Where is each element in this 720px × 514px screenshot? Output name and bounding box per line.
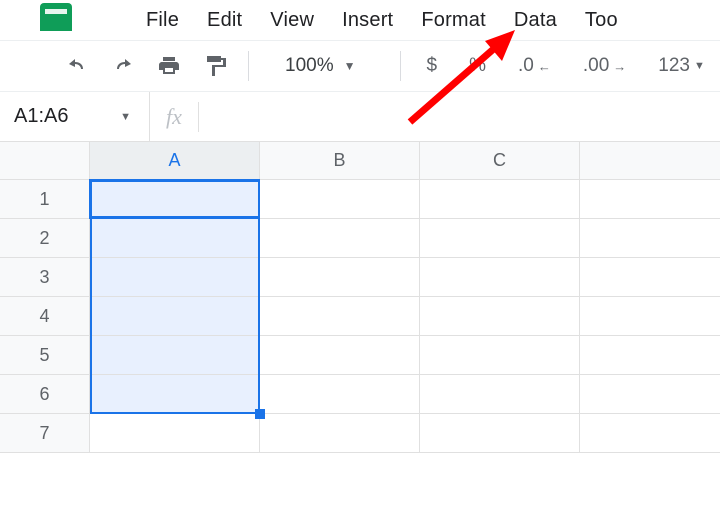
- zoom-value: 100%: [285, 55, 334, 77]
- cell-B4[interactable]: [260, 297, 420, 336]
- menu-insert[interactable]: Insert: [328, 3, 407, 38]
- sheets-logo-icon: [40, 3, 72, 31]
- caret-down-icon: ▼: [694, 60, 705, 72]
- cell-D4[interactable]: [580, 297, 720, 336]
- cell-D6[interactable]: [580, 375, 720, 414]
- cell-A2[interactable]: [90, 219, 260, 258]
- cell-D1[interactable]: [580, 180, 720, 219]
- fill-handle[interactable]: [255, 409, 265, 419]
- increase-decimal-button[interactable]: .00→: [573, 55, 636, 77]
- select-all-corner[interactable]: [0, 142, 90, 180]
- row-header-2[interactable]: 2: [0, 219, 90, 258]
- cell-A7[interactable]: [90, 414, 260, 453]
- toolbar: 100% ▼ $ % .0← .00→ 123▼: [0, 40, 720, 92]
- format-percent-button[interactable]: %: [459, 55, 496, 77]
- menu-file[interactable]: File: [132, 3, 193, 38]
- undo-icon[interactable]: [60, 49, 94, 83]
- print-icon[interactable]: [152, 49, 186, 83]
- cell-D7[interactable]: [580, 414, 720, 453]
- column-header-A[interactable]: A: [90, 142, 260, 180]
- redo-icon[interactable]: [106, 49, 140, 83]
- fx-label: fx: [150, 104, 198, 130]
- cell-A3[interactable]: [90, 258, 260, 297]
- name-box-value: A1:A6: [14, 105, 68, 128]
- format-currency-button[interactable]: $: [417, 55, 448, 77]
- cell-D5[interactable]: [580, 336, 720, 375]
- cell-A4[interactable]: [90, 297, 260, 336]
- column-header-D[interactable]: [580, 142, 720, 180]
- menu-data[interactable]: Data: [500, 3, 571, 38]
- cell-C2[interactable]: [420, 219, 580, 258]
- cell-A5[interactable]: [90, 336, 260, 375]
- row-header-3[interactable]: 3: [0, 258, 90, 297]
- toolbar-divider: [400, 51, 401, 81]
- cell-C4[interactable]: [420, 297, 580, 336]
- menu-view[interactable]: View: [256, 3, 328, 38]
- formula-input[interactable]: [199, 92, 720, 141]
- cell-B5[interactable]: [260, 336, 420, 375]
- cell-C5[interactable]: [420, 336, 580, 375]
- row-header-4[interactable]: 4: [0, 297, 90, 336]
- cell-D2[interactable]: [580, 219, 720, 258]
- row-header-7[interactable]: 7: [0, 414, 90, 453]
- menu-edit[interactable]: Edit: [193, 3, 256, 38]
- cell-D3[interactable]: [580, 258, 720, 297]
- cell-C6[interactable]: [420, 375, 580, 414]
- paint-format-icon[interactable]: [198, 49, 232, 83]
- cell-B7[interactable]: [260, 414, 420, 453]
- menu-format[interactable]: Format: [407, 3, 500, 38]
- cell-B2[interactable]: [260, 219, 420, 258]
- row-header-1[interactable]: 1: [0, 180, 90, 219]
- cell-B3[interactable]: [260, 258, 420, 297]
- column-header-C[interactable]: C: [420, 142, 580, 180]
- name-box[interactable]: A1:A6 ▼: [0, 92, 150, 141]
- zoom-dropdown[interactable]: 100% ▼: [285, 55, 356, 77]
- cell-A6[interactable]: [90, 375, 260, 414]
- cell-B6[interactable]: [260, 375, 420, 414]
- column-header-B[interactable]: B: [260, 142, 420, 180]
- decrease-decimal-button[interactable]: .0←: [508, 55, 561, 77]
- row-header-5[interactable]: 5: [0, 336, 90, 375]
- cell-C3[interactable]: [420, 258, 580, 297]
- caret-down-icon: ▼: [120, 111, 131, 123]
- cell-B1[interactable]: [260, 180, 420, 219]
- toolbar-divider: [248, 51, 249, 81]
- formula-bar: A1:A6 ▼ fx: [0, 92, 720, 142]
- cell-C1[interactable]: [420, 180, 580, 219]
- cell-A1[interactable]: [90, 180, 260, 219]
- spreadsheet-grid: A B C 1 2 3 4 5 6 7: [0, 142, 720, 453]
- menu-tools[interactable]: Too: [571, 3, 632, 38]
- more-formats-dropdown[interactable]: 123▼: [648, 55, 715, 77]
- cell-C7[interactable]: [420, 414, 580, 453]
- caret-down-icon: ▼: [344, 59, 356, 73]
- menu-bar: File Edit View Insert Format Data Too: [0, 0, 720, 40]
- row-header-6[interactable]: 6: [0, 375, 90, 414]
